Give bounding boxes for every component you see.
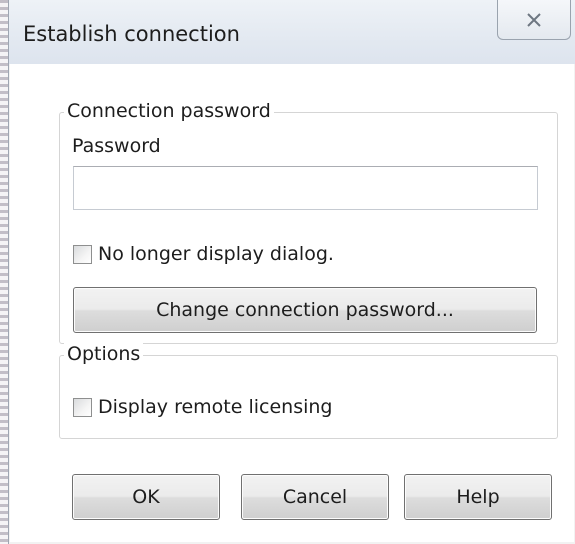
no-longer-display-checkbox-box[interactable] (73, 244, 92, 264)
options-group: Options Display remote licensing (59, 341, 558, 439)
ok-button[interactable]: OK (72, 474, 220, 520)
connection-password-group: Connection password Password No longer d… (59, 98, 558, 344)
connection-password-legend: Connection password (64, 98, 274, 124)
display-remote-licensing-checkbox[interactable]: Display remote licensing (73, 396, 333, 418)
options-legend: Options (64, 341, 144, 367)
password-label: Password (72, 135, 161, 157)
establish-connection-dialog: Establish connection Connection password… (8, 0, 575, 544)
no-longer-display-checkbox[interactable]: No longer display dialog. (73, 243, 334, 265)
change-connection-password-button[interactable]: Change connection password... (73, 287, 537, 333)
help-button[interactable]: Help (404, 474, 552, 520)
close-button[interactable] (497, 0, 571, 40)
display-remote-licensing-checkbox-box[interactable] (73, 397, 92, 417)
close-icon (527, 12, 541, 27)
no-longer-display-label: No longer display dialog. (98, 243, 334, 265)
password-input[interactable] (73, 166, 538, 210)
display-remote-licensing-label: Display remote licensing (98, 396, 333, 418)
dialog-client-area: Connection password Password No longer d… (10, 64, 574, 542)
cancel-button[interactable]: Cancel (241, 474, 389, 520)
title-bar: Establish connection (9, 0, 575, 64)
window-title: Establish connection (23, 22, 240, 46)
